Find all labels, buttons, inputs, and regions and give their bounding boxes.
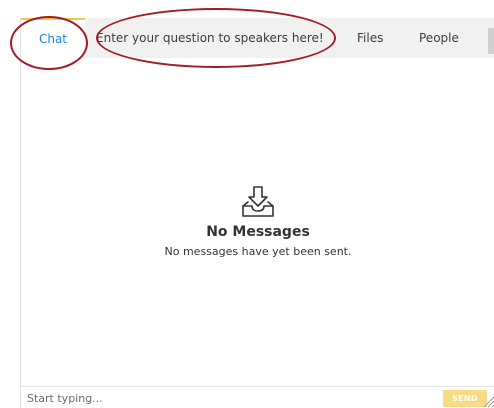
message-composer: SEND xyxy=(21,386,494,408)
tab-chat[interactable]: Chat xyxy=(21,18,85,58)
inbox-download-icon xyxy=(242,186,274,217)
tab-scroll-handle[interactable] xyxy=(488,28,494,54)
message-input[interactable] xyxy=(27,389,432,407)
tab-bar: Chat Enter your question to speakers her… xyxy=(21,18,494,58)
empty-state-title: No Messages xyxy=(206,224,310,240)
empty-state: No Messages No messages have yet been se… xyxy=(21,184,494,258)
tab-questions[interactable]: Enter your question to speakers here! xyxy=(96,18,324,58)
chat-panel: Chat Enter your question to speakers her… xyxy=(20,18,494,408)
tab-files[interactable]: Files xyxy=(357,18,383,58)
resize-grip-icon[interactable] xyxy=(481,394,494,408)
empty-state-subtitle: No messages have yet been sent. xyxy=(164,245,352,258)
message-list: No Messages No messages have yet been se… xyxy=(21,58,494,386)
tab-people[interactable]: People xyxy=(419,18,459,58)
